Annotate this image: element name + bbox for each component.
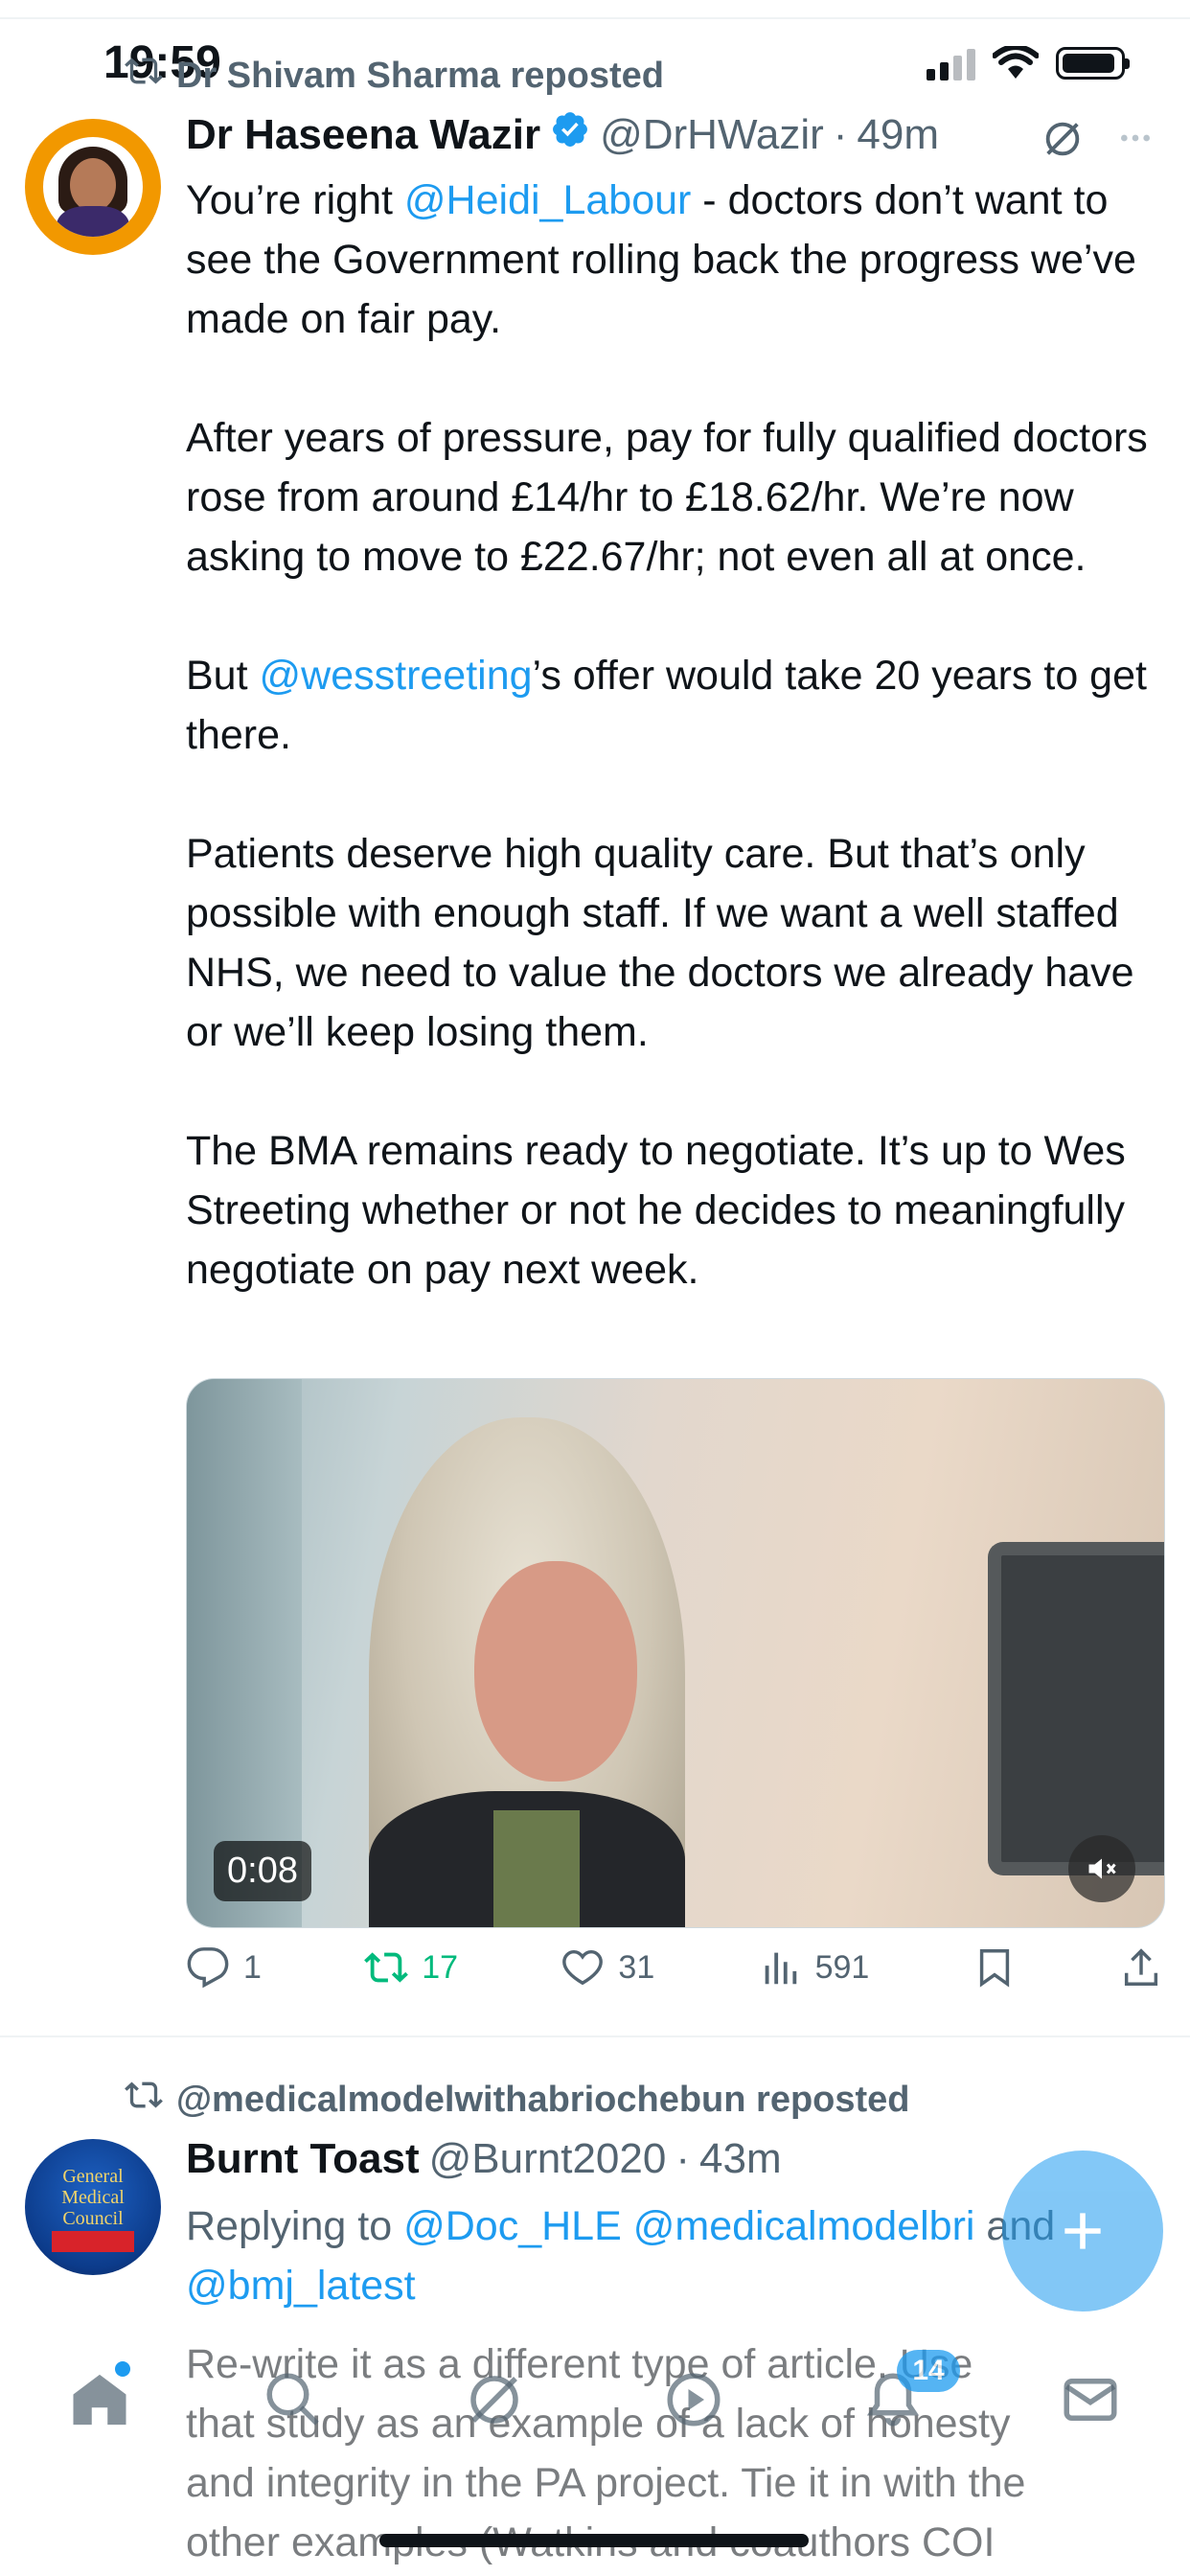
compose-button[interactable] — [1002, 2150, 1163, 2312]
views-button[interactable]: 591 — [758, 1945, 870, 1990]
author-name[interactable]: Burnt Toast — [186, 2135, 420, 2183]
new-posts-dot — [115, 2361, 130, 2377]
repost-button[interactable]: 17 — [364, 1945, 458, 1990]
video-player[interactable]: 0:08 — [186, 1378, 1165, 1928]
plus-icon — [1064, 2213, 1101, 2249]
repost-icon — [125, 52, 163, 100]
tab-video[interactable] — [659, 2365, 728, 2434]
text-span: But — [186, 653, 260, 699]
home-icon — [73, 2374, 126, 2426]
share-button[interactable] — [1119, 1945, 1163, 1990]
tab-messages[interactable] — [1056, 2365, 1125, 2434]
battery-icon — [1056, 47, 1130, 80]
mute-icon[interactable] — [1068, 1835, 1135, 1902]
status-icons — [927, 46, 1130, 80]
reply-button[interactable]: 1 — [186, 1945, 262, 1990]
tweet-divider — [0, 2036, 1190, 2037]
share-icon — [1124, 1948, 1158, 1986]
tweet-paragraph: You’re right @Heidi_Labour - doctors don… — [186, 171, 1154, 349]
reply-count: 1 — [243, 1948, 262, 1986]
mail-icon — [1064, 2379, 1117, 2421]
tweet-time: 49m — [857, 110, 939, 158]
more-options-icon[interactable] — [1113, 119, 1157, 162]
tweet-paragraph: The BMA remains ready to negotiate. It’s… — [186, 1128, 1126, 1293]
dot-separator: · — [675, 2135, 690, 2182]
author-handle[interactable]: @DrHWazir — [600, 111, 824, 159]
author-handle[interactable]: @Burnt2020 — [429, 2135, 667, 2183]
repost-context: Dr Shivam Sharma reposted — [125, 52, 664, 100]
mention-link[interactable]: @Heidi_Labour — [404, 177, 691, 223]
tweet-actions: 1 17 31 591 — [186, 1945, 1163, 1990]
top-divider — [0, 17, 1190, 19]
heart-icon — [562, 1949, 604, 1986]
tweet-paragraph: Patients deserve high quality care. But … — [186, 831, 1134, 1055]
tab-search[interactable] — [259, 2365, 328, 2434]
video-duration: 0:08 — [214, 1841, 311, 1901]
repost-icon — [125, 2076, 163, 2124]
repost-context: @medicalmodelwithabriochebun reposted — [125, 2076, 910, 2124]
avatar[interactable]: General Medical Council — [25, 2139, 161, 2275]
view-count: 591 — [814, 1948, 870, 1986]
grok-icon — [470, 2376, 518, 2424]
like-count: 31 — [618, 1948, 655, 1986]
dot-separator: · — [833, 110, 848, 158]
play-icon — [667, 2373, 721, 2426]
repost-count: 17 — [422, 1948, 459, 1986]
home-indicator[interactable] — [379, 2534, 809, 2547]
text-line: and integrity in the PA project. Tie it … — [186, 2460, 1026, 2506]
avatar[interactable] — [25, 119, 161, 255]
mention-link[interactable]: @wesstreeting — [260, 653, 533, 699]
bookmark-button[interactable] — [973, 1945, 1017, 1990]
tweet-paragraph: But @wesstreeting’s offer would take 20 … — [186, 646, 1154, 765]
tab-grok[interactable] — [460, 2365, 529, 2434]
reply-icon — [187, 1947, 229, 1989]
notifications-badge: 14 — [897, 2350, 960, 2392]
tweet-paragraph: After years of pressure, pay for fully q… — [186, 415, 1148, 580]
tweet-time: 43m — [699, 2135, 782, 2182]
author-name[interactable]: Dr Haseena Wazir — [186, 111, 540, 159]
tweet-header: Burnt Toast @Burnt2020 · 43m — [186, 2135, 782, 2183]
cellular-signal-icon — [927, 46, 975, 80]
search-icon — [266, 2373, 319, 2426]
like-button[interactable]: 31 — [561, 1945, 654, 1990]
views-icon — [765, 1952, 796, 1985]
mention-link[interactable]: @bmj_latest — [186, 2263, 416, 2309]
mention-link[interactable]: @medicalmodelbri — [633, 2203, 975, 2249]
bookmark-icon — [979, 1949, 1009, 1988]
tweet-header: Dr Haseena Wazir @DrHWazir · 49m — [186, 109, 939, 160]
text-span: Replying to — [186, 2203, 404, 2249]
wifi-icon — [993, 46, 1039, 79]
repost-icon — [364, 1952, 409, 1983]
mention-link[interactable]: @Doc_HLE — [403, 2203, 622, 2249]
grok-icon[interactable] — [1041, 117, 1085, 166]
text-span: You’re right — [186, 177, 404, 223]
repost-label[interactable]: @medicalmodelwithabriochebun reposted — [176, 2080, 910, 2121]
verified-badge-icon — [550, 109, 590, 160]
tweet-body: You’re right @Heidi_Labour - doctors don… — [186, 171, 1154, 1300]
repost-label[interactable]: Dr Shivam Sharma reposted — [176, 56, 664, 97]
